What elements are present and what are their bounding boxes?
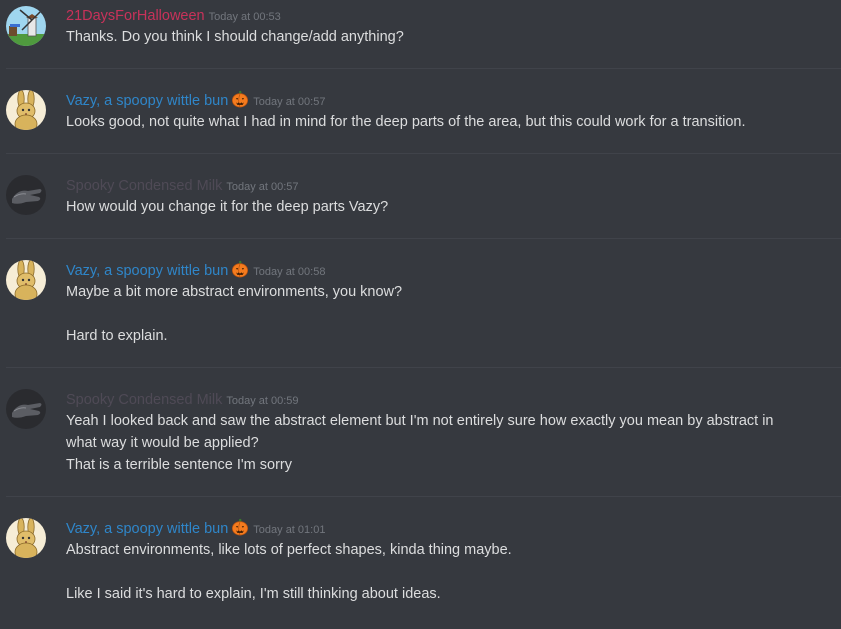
message-header: Spooky Condensed Milk Today at 00:59 xyxy=(66,391,299,409)
message-group: Vazy, a spoopy wittle bun Today at 00:58 … xyxy=(6,238,841,368)
message-text: Abstract environments, like lots of perf… xyxy=(66,542,512,558)
message-header: Vazy, a spoopy wittle bun Today at 01:01 xyxy=(66,518,325,541)
timestamp: Today at 00:57 xyxy=(253,96,326,108)
timestamp: Today at 01:01 xyxy=(253,524,326,536)
pumpkin-icon xyxy=(231,518,249,541)
dark-hand-avatar-icon[interactable] xyxy=(6,389,46,429)
bunny-avatar-icon[interactable] xyxy=(6,260,46,300)
author-name[interactable]: Vazy, a spoopy wittle bun xyxy=(66,93,228,109)
author-name[interactable]: Vazy, a spoopy wittle bun xyxy=(66,263,228,279)
message-group: Spooky Condensed Milk Today at 00:57 How … xyxy=(6,153,841,239)
timestamp: Today at 00:58 xyxy=(253,266,326,278)
message-text: That is a terrible sentence I'm sorry xyxy=(66,457,292,473)
pumpkin-icon xyxy=(231,260,249,283)
timestamp: Today at 00:59 xyxy=(226,395,299,407)
message-text: Yeah I looked back and saw the abstract … xyxy=(66,413,774,429)
message-text: Hard to explain. xyxy=(66,328,168,344)
message-group: Spooky Condensed Milk Today at 00:59 Yeah… xyxy=(6,367,841,497)
message-text: How would you change it for the deep par… xyxy=(66,199,389,215)
message-header: Spooky Condensed Milk Today at 00:57 xyxy=(66,177,299,195)
author-name[interactable]: Vazy, a spoopy wittle bun xyxy=(66,521,228,537)
pumpkin-icon xyxy=(231,90,249,113)
windmill-avatar-icon[interactable] xyxy=(6,6,46,46)
message-text: Like I said it's hard to explain, I'm st… xyxy=(66,586,441,602)
author-name[interactable]: Spooky Condensed Milk xyxy=(66,392,222,408)
dark-hand-avatar-icon[interactable] xyxy=(6,175,46,215)
message-text: Maybe a bit more abstract environments, … xyxy=(66,284,403,300)
message-text: what way it would be applied? xyxy=(66,435,259,451)
author-name[interactable]: Spooky Condensed Milk xyxy=(66,178,222,194)
author-name[interactable]: 21DaysForHalloween xyxy=(66,8,205,24)
message-text: Thanks. Do you think I should change/add… xyxy=(66,29,404,45)
message-group: Vazy, a spoopy wittle bun Today at 00:57 … xyxy=(6,68,841,154)
message-header: Vazy, a spoopy wittle bun Today at 00:57 xyxy=(66,90,325,113)
bunny-avatar-icon[interactable] xyxy=(6,518,46,558)
message-header: 21DaysForHalloween Today at 00:53 xyxy=(66,7,281,25)
message-text: Looks good, not quite what I had in mind… xyxy=(66,114,746,130)
message-group: Vazy, a spoopy wittle bun Today at 01:01 … xyxy=(6,496,841,629)
timestamp: Today at 00:53 xyxy=(208,11,281,23)
message-header: Vazy, a spoopy wittle bun Today at 00:58 xyxy=(66,260,325,283)
timestamp: Today at 00:57 xyxy=(226,181,299,193)
message-group: 21DaysForHalloween Today at 00:53 Thanks.… xyxy=(6,0,841,69)
bunny-avatar-icon[interactable] xyxy=(6,90,46,130)
